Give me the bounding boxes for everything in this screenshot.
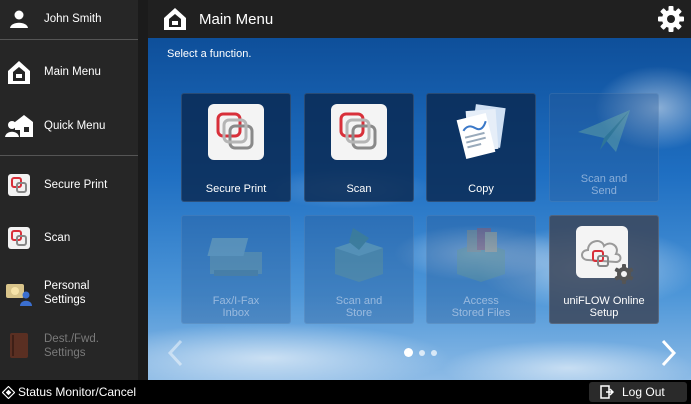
tile-scan-and-send[interactable]: Scan and Send bbox=[549, 93, 659, 202]
next-page-arrow-icon[interactable] bbox=[658, 338, 678, 368]
sidebar: John Smith Main Menu Quick Menu Secure P… bbox=[0, 0, 138, 380]
function-panel: Select a function. Secure Print Scan Cop… bbox=[148, 38, 691, 380]
page-dot-current bbox=[404, 348, 413, 357]
copy-icon bbox=[456, 104, 506, 160]
user-account[interactable]: John Smith bbox=[0, 4, 138, 34]
logout-icon bbox=[600, 385, 614, 399]
gear-icon[interactable] bbox=[657, 5, 685, 33]
user-icon bbox=[5, 5, 33, 33]
sidebar-item-secure-print[interactable]: Secure Print bbox=[0, 170, 138, 200]
sidebar-item-main-menu[interactable]: Main Menu bbox=[0, 57, 138, 87]
status-monitor-button[interactable]: Status Monitor/Cancel bbox=[0, 385, 136, 399]
page-dot bbox=[431, 349, 437, 356]
page-indicator bbox=[404, 348, 437, 357]
previous-page-arrow-icon[interactable] bbox=[166, 338, 186, 368]
bottom-bar: Status Monitor/Cancel Log Out bbox=[0, 380, 691, 404]
secure-print-icon bbox=[208, 104, 264, 160]
status-monitor-icon bbox=[2, 385, 15, 399]
cloud-setup-icon bbox=[576, 226, 634, 284]
quick-menu-icon bbox=[5, 112, 33, 140]
sidebar-item-label: Scan bbox=[44, 232, 71, 244]
status-monitor-label: Status Monitor/Cancel bbox=[18, 385, 137, 399]
instruction-text: Select a function. bbox=[167, 48, 252, 60]
tile-scan[interactable]: Scan bbox=[304, 93, 414, 202]
tile-label: Scan bbox=[346, 183, 372, 195]
tile-label: uniFLOW Online Setup bbox=[563, 295, 645, 319]
header-bar: Main Menu bbox=[148, 0, 691, 38]
logout-label: Log Out bbox=[622, 385, 665, 399]
page-dot bbox=[419, 349, 425, 356]
divider bbox=[0, 39, 138, 40]
tile-uniflow-online-setup[interactable]: uniFLOW Online Setup bbox=[549, 215, 659, 324]
tile-access-stored-files[interactable]: Access Stored Files bbox=[426, 215, 536, 324]
scan-icon bbox=[5, 224, 33, 252]
divider bbox=[0, 155, 138, 156]
home-icon bbox=[5, 58, 33, 86]
tile-label: Fax/I-Fax Inbox bbox=[212, 295, 260, 319]
paper-plane-icon bbox=[578, 110, 630, 152]
logout-button[interactable]: Log Out bbox=[589, 382, 687, 402]
stored-files-icon bbox=[457, 228, 505, 282]
sidebar-item-label: Secure Print bbox=[44, 179, 108, 191]
tile-copy[interactable]: Copy bbox=[426, 93, 536, 202]
tile-label: Secure Print bbox=[205, 183, 267, 195]
sidebar-item-label: Dest./Fwd. Settings bbox=[44, 333, 99, 359]
tile-label: Access Stored Files bbox=[451, 295, 511, 319]
user-name: John Smith bbox=[44, 13, 102, 25]
dest-fwd-settings-icon bbox=[5, 332, 33, 360]
secure-print-icon bbox=[5, 171, 33, 199]
tile-label: Scan and Send bbox=[580, 173, 628, 197]
page-title: Main Menu bbox=[199, 10, 274, 28]
sidebar-item-label: Quick Menu bbox=[44, 120, 106, 132]
tile-label: Scan and Store bbox=[335, 295, 383, 319]
tile-label: Copy bbox=[468, 183, 494, 195]
sidebar-item-quick-menu[interactable]: Quick Menu bbox=[0, 111, 138, 141]
sidebar-item-label: Main Menu bbox=[44, 66, 101, 78]
tile-secure-print[interactable]: Secure Print bbox=[181, 93, 291, 202]
home-icon bbox=[164, 8, 186, 30]
tile-scan-and-store[interactable]: Scan and Store bbox=[304, 215, 414, 324]
sidebar-item-label: Personal Settings bbox=[44, 280, 90, 306]
scan-icon bbox=[331, 104, 387, 160]
sidebar-item-dest-fwd-settings[interactable]: Dest./Fwd. Settings bbox=[0, 331, 138, 361]
sidebar-item-scan[interactable]: Scan bbox=[0, 223, 138, 253]
sidebar-item-personal-settings[interactable]: Personal Settings bbox=[0, 278, 138, 308]
fax-inbox-icon bbox=[207, 238, 262, 276]
personal-settings-icon bbox=[5, 279, 33, 307]
scan-store-box-icon bbox=[335, 228, 383, 282]
tile-fax-inbox[interactable]: Fax/I-Fax Inbox bbox=[181, 215, 291, 324]
